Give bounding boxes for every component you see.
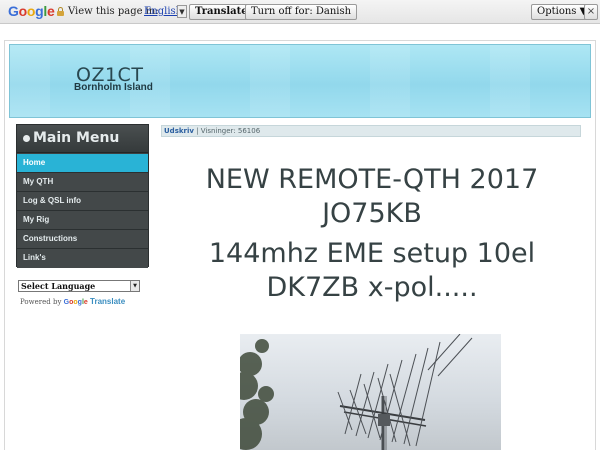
main-menu-title: Main Menu [33, 130, 120, 146]
main-menu-header: Main Menu [17, 125, 148, 153]
article-info-bar: Udskriv | Visninger: 56106 [161, 125, 581, 137]
sidebar-item-constructions[interactable]: Constructions [17, 230, 148, 249]
sidebar-item-my-qth[interactable]: My QTH [17, 173, 148, 192]
article-heading-line-4: DK7ZB x-pol..... [266, 272, 478, 303]
view-count: Visninger: 56106 [200, 127, 261, 135]
sidebar-item-home[interactable]: Home [17, 154, 148, 173]
powered-by-label: Powered by [20, 298, 62, 306]
select-language-label: Select Language [21, 281, 96, 291]
bullet-icon [23, 135, 30, 142]
sidebar-item-links[interactable]: Link's [17, 249, 148, 268]
google-logo: Google [8, 3, 55, 19]
google-logo-letter: g [35, 3, 44, 19]
powered-by-google: Powered by Google Translate [20, 297, 125, 306]
article-heading-line-1: NEW REMOTE-QTH 2017 [205, 164, 539, 195]
google-logo-letter: e [46, 3, 55, 19]
select-language-dropdown[interactable]: Select Language ▼ [18, 280, 140, 292]
translate-link[interactable]: Translate [90, 297, 125, 306]
turn-off-button[interactable]: Turn off for: Danish [245, 4, 358, 20]
antenna-photo [240, 334, 501, 450]
article-heading-line-2: JO75KB [322, 198, 422, 229]
close-icon[interactable]: × [584, 4, 598, 20]
main-menu: Main Menu Home My QTH Log & QSL info My … [16, 124, 149, 268]
language-dropdown[interactable]: ▼ [143, 5, 187, 19]
info-separator: | [196, 127, 199, 135]
google-small-logo: Google [63, 299, 88, 306]
translate-button[interactable]: Translate [189, 4, 254, 20]
google-logo-letter: o [26, 3, 36, 19]
sidebar-item-my-rig[interactable]: My Rig [17, 211, 148, 230]
site-subtitle: Bornholm Island [74, 82, 153, 93]
lock-icon [57, 7, 64, 16]
chevron-down-icon[interactable]: ▼ [130, 281, 139, 291]
sidebar-item-log-qsl[interactable]: Log & QSL info [17, 192, 148, 211]
google-translate-bar: Google View this page in: English ▼ Tran… [0, 0, 600, 24]
google-logo-letter: G [8, 3, 19, 19]
chevron-down-icon[interactable]: ▼ [177, 5, 187, 18]
article-heading-line-3: 144mhz EME setup 10el [208, 238, 536, 269]
print-link[interactable]: Udskriv [164, 127, 194, 135]
google-logo-letter: o [18, 3, 28, 19]
